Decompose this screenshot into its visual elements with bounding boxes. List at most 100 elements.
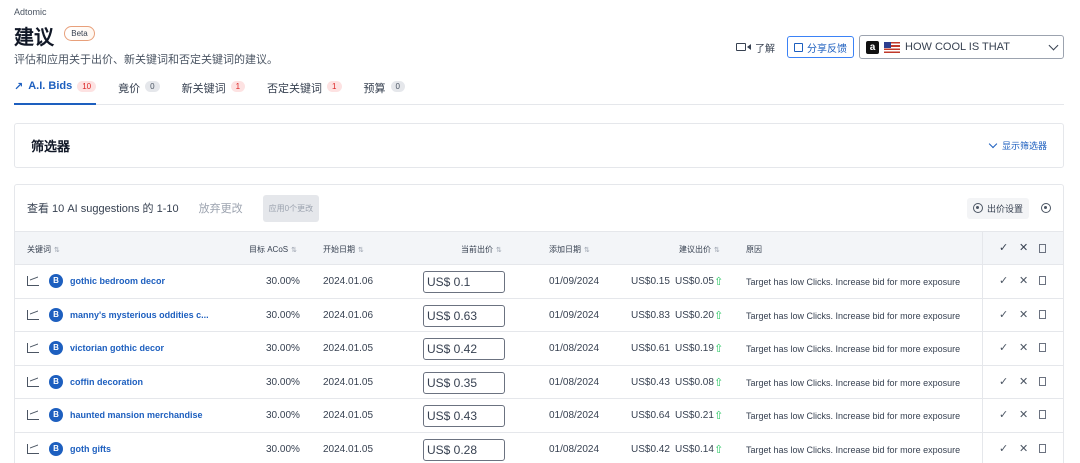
keyword-link[interactable]: coffin decoration — [70, 377, 143, 387]
bid-settings-button[interactable]: 出价设置 — [966, 197, 1029, 219]
trend-chart-icon[interactable] — [27, 309, 39, 320]
filter-title: 筛选器 — [31, 139, 71, 154]
page-subtitle: 评估和应用关于出价、新关键词和否定关键词的建议。 — [14, 54, 278, 66]
suggestions-table: 查看 10 AI suggestions 的 1-10 放弃更改 应用0个更改 … — [14, 184, 1064, 463]
col-target-acos[interactable]: 目标 ACoS ⇅ — [249, 244, 297, 255]
discard-changes-button[interactable]: 放弃更改 — [199, 200, 243, 216]
trash-icon[interactable] — [1039, 343, 1046, 353]
previous-bid: US$0.15 — [631, 276, 670, 287]
trend-chart-icon[interactable] — [27, 276, 39, 286]
reason-text: Target has low Clicks. Increase bid for … — [746, 445, 961, 455]
reject-icon[interactable]: ✕ — [1019, 274, 1028, 287]
suggested-bid: US$0.05 — [675, 276, 714, 287]
tab-count-badge: 1 — [230, 81, 246, 92]
accept-icon[interactable]: ✓ — [999, 274, 1008, 287]
learn-button[interactable]: 了解 — [736, 36, 775, 58]
trash-icon[interactable] — [1039, 376, 1046, 386]
us-flag-icon — [884, 41, 900, 53]
match-type-badge: B — [49, 274, 63, 288]
keyword-link[interactable]: gothic bedroom decor — [70, 276, 165, 286]
reject-icon[interactable]: ✕ — [1019, 442, 1028, 455]
table-row: Bhaunted mansion merchandise 30.00% 2024.0… — [15, 398, 1063, 432]
col-reason: 原因 — [746, 245, 762, 254]
col-keyword[interactable]: 关键词 ⇅ — [27, 244, 60, 255]
current-bid-input[interactable]: US$ 0.43 — [423, 405, 505, 428]
current-bid-input[interactable]: US$ 0.42 — [423, 338, 505, 361]
keyword-link[interactable]: victorian gothic decor — [70, 343, 164, 353]
trash-icon[interactable] — [1039, 410, 1046, 420]
external-link-icon — [794, 42, 803, 52]
store-name: HOW COOL IS THAT — [905, 41, 1010, 53]
table-row: Bgothic bedroom decor 30.00% 2024.01.06 US$… — [15, 264, 1063, 298]
accept-all-icon[interactable]: ✓ — [999, 241, 1008, 254]
added-date: 01/08/2024 — [549, 444, 600, 455]
current-bid-input[interactable]: US$ 0.28 — [423, 439, 505, 461]
keyword-link[interactable]: manny's mysterious oddities c... — [70, 310, 209, 320]
feedback-button[interactable]: 分享反馈 — [787, 36, 854, 58]
accept-icon[interactable]: ✓ — [999, 308, 1008, 321]
trash-icon[interactable] — [1039, 276, 1046, 285]
trend-chart-icon[interactable] — [27, 410, 39, 421]
keyword-link[interactable]: goth gifts — [70, 444, 111, 454]
table-settings-gear-icon[interactable] — [1041, 203, 1051, 213]
match-type-badge: B — [49, 408, 63, 423]
col-current-bid-label: 当前出价 — [461, 245, 493, 254]
current-bid-input[interactable]: US$ 0.1 — [423, 271, 505, 293]
reject-icon[interactable]: ✕ — [1019, 408, 1028, 421]
trend-chart-icon[interactable] — [27, 343, 39, 354]
table-row: Bvictorian gothic decor 30.00% 2024.01.05 U… — [15, 331, 1063, 365]
reject-icon[interactable]: ✕ — [1019, 308, 1028, 321]
target-acos: 30.00% — [266, 376, 300, 388]
trash-icon[interactable] — [1039, 444, 1046, 453]
col-added-date[interactable]: 添加日期 ⇅ — [549, 244, 590, 255]
reject-icon[interactable]: ✕ — [1019, 341, 1028, 354]
trend-chart-icon[interactable] — [27, 444, 39, 454]
tab-label: 否定关键词 — [267, 83, 323, 95]
previous-bid: US$0.42 — [631, 444, 670, 455]
tab-ai-bids[interactable]: ↗ A.I. Bids 10 — [14, 80, 97, 105]
show-filters-button[interactable]: 显示筛选器 — [988, 139, 1047, 152]
tab-negative-keywords[interactable]: 否定关键词 1 — [267, 80, 342, 105]
added-date: 01/09/2024 — [549, 309, 600, 321]
apply-changes-button[interactable]: 应用0个更改 — [262, 194, 320, 222]
sort-icon: ⇅ — [291, 247, 297, 254]
chevron-down-icon — [988, 139, 998, 149]
reject-all-icon[interactable]: ✕ — [1019, 241, 1028, 254]
accept-icon[interactable]: ✓ — [999, 341, 1008, 354]
col-suggested-bid[interactable]: 建议出价 ⇅ — [679, 244, 720, 255]
sort-icon: ⇅ — [358, 247, 364, 254]
reject-icon[interactable]: ✕ — [1019, 375, 1028, 388]
tab-new-keywords[interactable]: 新关键词 1 — [182, 80, 246, 105]
tab-budget[interactable]: 预算 0 — [364, 80, 405, 105]
video-icon — [736, 43, 746, 51]
reason-text: Target has low Clicks. Increase bid for … — [746, 277, 961, 287]
current-bid-input[interactable]: US$ 0.35 — [423, 371, 505, 394]
accept-icon[interactable]: ✓ — [999, 442, 1008, 455]
tab-count-badge: 0 — [145, 81, 160, 92]
filter-panel: 筛选器 显示筛选器 — [14, 123, 1064, 168]
table-row: Bmanny's mysterious oddities c... 30.00% 2… — [15, 297, 1063, 332]
trash-icon[interactable] — [1039, 309, 1046, 319]
keyword-link[interactable]: haunted mansion merchandise — [70, 410, 203, 420]
tab-bidding[interactable]: 竟价 0 — [118, 80, 160, 105]
trash-icon[interactable] — [1039, 244, 1046, 253]
col-suggested-bid-label: 建议出价 — [679, 245, 711, 254]
app-name: Adtomic — [14, 7, 47, 17]
table-toolbar: 查看 10 AI suggestions 的 1-10 放弃更改 应用0个更改 … — [15, 185, 1063, 231]
start-date: 2024.01.05 — [323, 444, 374, 455]
start-date: 2024.01.05 — [323, 376, 374, 388]
accept-icon[interactable]: ✓ — [999, 375, 1008, 388]
suggested-bid: US$0.08 — [675, 376, 714, 388]
arrow-up-icon: ⇧ — [714, 343, 724, 356]
col-start-date[interactable]: 开始日期 ⇅ — [323, 244, 364, 255]
store-select[interactable]: a HOW COOL IS THAT — [859, 35, 1064, 59]
trend-chart-icon[interactable] — [27, 376, 39, 387]
tab-label: A.I. Bids — [28, 80, 73, 92]
reason-text: Target has low Clicks. Increase bid for … — [746, 377, 961, 388]
table-header: 关键词 ⇅ 目标 ACoS ⇅ 开始日期 ⇅ 当前出价 ⇅ 添加日期 ⇅ 建议出价 ⇅ 原因… — [15, 231, 1063, 264]
gear-icon — [972, 203, 983, 213]
current-bid-input[interactable]: US$ 0.63 — [423, 304, 505, 327]
reason-text: Target has low Clicks. Increase bid for … — [746, 310, 961, 321]
col-current-bid[interactable]: 当前出价 ⇅ — [461, 244, 502, 255]
accept-icon[interactable]: ✓ — [999, 408, 1008, 421]
